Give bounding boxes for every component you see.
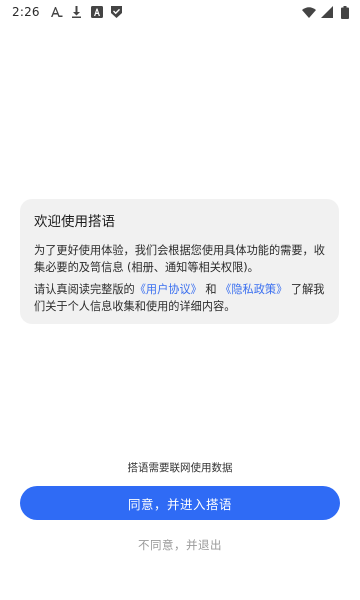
font-a-icon <box>50 5 64 19</box>
status-time: 2:26 <box>12 5 40 19</box>
consent-paragraph-permissions: 为了更好使用体验，我们会根据您使用具体功能的需要，收集必要的及笥信息 (相册、通… <box>34 244 325 274</box>
status-bar: 2:26 <box>0 0 360 24</box>
shield-check-icon <box>110 5 124 19</box>
battery-icon <box>338 5 352 19</box>
consent-p2-and: 和 <box>205 283 217 296</box>
consent-card: 欢迎使用搭语 为了更好使用体验，我们会根据您使用具体功能的需要，收集必要的及笥信… <box>20 199 339 324</box>
signal-icon <box>320 5 334 19</box>
agree-button-label: 同意，并进入搭语 <box>127 496 232 512</box>
agree-button[interactable]: 同意，并进入搭语 <box>20 486 340 520</box>
consent-title: 欢迎使用搭语 <box>34 214 115 230</box>
status-bar-right <box>302 5 352 19</box>
status-bar-left: 2:26 <box>12 5 124 19</box>
network-usage-note: 搭语需要联网使用数据 <box>127 462 233 474</box>
privacy-policy-link[interactable]: 《隐私政策》 <box>220 283 287 296</box>
consent-paragraph-agreements: 请认真阅读完整版的《用户协议》 和 《隐私政策》 了解我们关于个人信息收集和使用… <box>34 281 325 315</box>
download-icon <box>70 5 84 19</box>
user-agreement-link[interactable]: 《用户协议》 <box>135 283 202 296</box>
disagree-button[interactable]: 不同意，并退出 <box>0 537 360 553</box>
wifi-icon <box>302 5 316 19</box>
app-a-icon <box>90 5 104 19</box>
consent-p2-before: 请认真阅读完整版的 <box>34 283 135 296</box>
